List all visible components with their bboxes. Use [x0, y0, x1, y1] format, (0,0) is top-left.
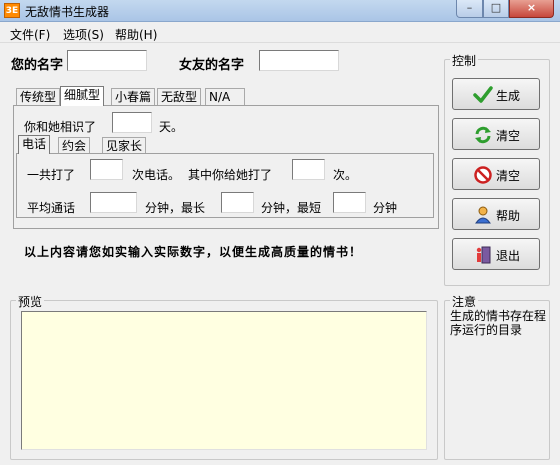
known-days-suffix: 天。 — [159, 120, 184, 134]
control-title: 控制 — [450, 52, 479, 69]
refresh-icon — [475, 126, 491, 144]
exit-label: 退出 — [496, 249, 521, 263]
note-text: 生成的情书存在程序运行的目录 — [450, 309, 547, 337]
help-button[interactable]: 帮助 — [452, 198, 540, 230]
tab-traditional[interactable]: 传统型 — [16, 88, 61, 105]
close-button[interactable]: × — [509, 0, 554, 18]
help-icon — [475, 206, 491, 224]
clear-label-2: 清空 — [496, 169, 521, 183]
subtab-date[interactable]: 约会 — [58, 137, 91, 154]
girlfriend-name-label: 女友的名字 — [179, 58, 245, 73]
total-calls-suffix: 次电话。 — [132, 168, 181, 182]
window-title: 无敌情书生成器 — [25, 5, 110, 19]
check-icon — [473, 86, 493, 103]
menu-help[interactable]: 帮助(H) — [115, 26, 157, 43]
clear-label-1: 清空 — [496, 129, 521, 143]
style-tab-panel: 你和她相识了 天。 电话 约会 见家长 一共打了 次电话。 其中你给她打了 次。… — [13, 105, 439, 229]
you-called-input[interactable] — [292, 159, 325, 180]
generate-button[interactable]: 生成 — [452, 78, 540, 110]
avg-call-prefix: 平均通话 — [27, 201, 76, 215]
known-days-input[interactable] — [112, 112, 152, 133]
app-icon: 3E — [4, 3, 20, 18]
your-name-label: 您的名字 — [11, 58, 64, 73]
total-calls-prefix: 一共打了 — [27, 168, 76, 182]
preview-title: 预览 — [16, 293, 45, 310]
subtab-meet-parents[interactable]: 见家长 — [102, 137, 147, 154]
girlfriend-name-input[interactable] — [259, 50, 339, 71]
subtab-phone[interactable]: 电话 — [18, 135, 51, 154]
exit-icon — [476, 246, 491, 264]
you-called-suffix: 次。 — [333, 168, 358, 182]
shortest-prefix: 分钟，最短 — [261, 201, 322, 215]
longest-minutes-input[interactable] — [221, 192, 254, 213]
maximize-button[interactable]: □ — [483, 0, 509, 18]
your-name-input[interactable] — [67, 50, 147, 71]
tab-na[interactable]: N/A — [205, 88, 245, 105]
longest-prefix: 分钟，最长 — [145, 201, 206, 215]
preview-textarea[interactable] — [21, 311, 427, 450]
clear-button-1[interactable]: 清空 — [452, 118, 540, 150]
generate-label: 生成 — [496, 89, 521, 103]
shortest-suffix: 分钟 — [373, 201, 398, 215]
help-label: 帮助 — [496, 209, 521, 223]
tab-delicate[interactable]: 细腻型 — [60, 86, 105, 106]
you-called-prefix: 其中你给她打了 — [188, 168, 273, 182]
stop-icon — [474, 166, 492, 184]
menu-file[interactable]: 文件(F) — [10, 26, 50, 43]
avg-minutes-input[interactable] — [90, 192, 137, 213]
shortest-minutes-input[interactable] — [333, 192, 366, 213]
clear-button-2[interactable]: 清空 — [452, 158, 540, 190]
title-bar[interactable]: 3E 无敌情书生成器 – □ × — [0, 0, 560, 22]
known-days-prefix: 你和她相识了 — [24, 120, 97, 134]
tab-invincible[interactable]: 无敌型 — [157, 88, 202, 105]
phone-tab-panel: 一共打了 次电话。 其中你给她打了 次。 平均通话 分钟，最长 分钟，最短 分钟 — [16, 153, 434, 218]
tab-spring[interactable]: 小春篇 — [111, 88, 156, 105]
minimize-button[interactable]: – — [456, 0, 483, 18]
menu-options[interactable]: 选项(S) — [63, 26, 104, 43]
instruction-text: 以上内容请您如实输入实际数字，以便生成高质量的情书！ — [24, 245, 363, 259]
exit-button[interactable]: 退出 — [452, 238, 540, 270]
note-title: 注意 — [450, 293, 479, 310]
total-calls-input[interactable] — [90, 159, 123, 180]
menu-bar: 文件(F) 选项(S) 帮助(H) — [0, 23, 560, 43]
